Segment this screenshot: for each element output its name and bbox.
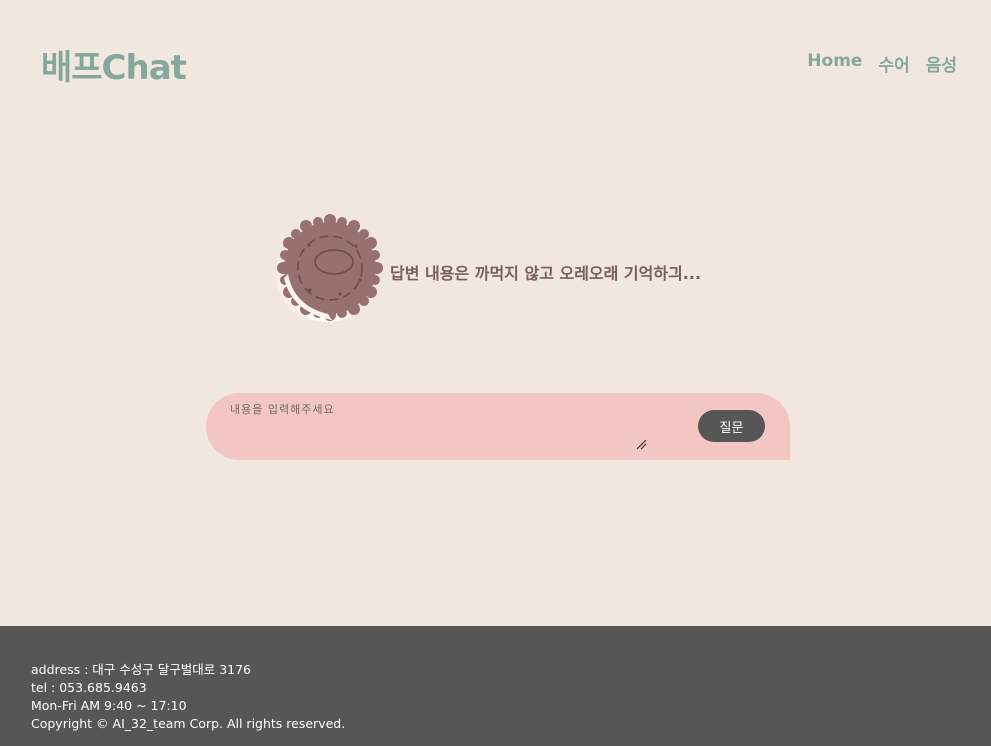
nav-link-voice[interactable]: 음성 xyxy=(926,51,957,76)
nav-link-sign-language[interactable]: 수어 xyxy=(878,51,909,76)
question-form: 질문 xyxy=(206,393,790,460)
ask-button[interactable]: 질문 xyxy=(698,410,765,442)
footer-hours: Mon-Fri AM 9:40 ~ 17:10 xyxy=(31,698,187,713)
footer-copyright: Copyright © AI_32_team Corp. All rights … xyxy=(31,716,346,731)
site-logo[interactable]: 배프Chat xyxy=(41,40,187,89)
footer-address: address : 대구 수성구 달구벌대로 3176 xyxy=(31,662,251,677)
site-footer: address : 대구 수성구 달구벌대로 3176 tel : 053.68… xyxy=(0,626,991,746)
question-input[interactable] xyxy=(230,401,648,451)
resize-handle-icon[interactable] xyxy=(635,438,647,450)
footer-tel: tel : 053.685.9463 xyxy=(31,680,147,695)
cookie-icon xyxy=(276,214,383,322)
nav-link-home[interactable]: Home xyxy=(807,51,862,76)
answer-text: 답변 내용은 까먹지 않고 오레오래 기억하긔... xyxy=(390,264,702,283)
main-nav: Home 수어 음성 xyxy=(807,51,957,76)
answer-area: 답변 내용은 까먹지 않고 오레오래 기억하긔... xyxy=(270,212,701,332)
